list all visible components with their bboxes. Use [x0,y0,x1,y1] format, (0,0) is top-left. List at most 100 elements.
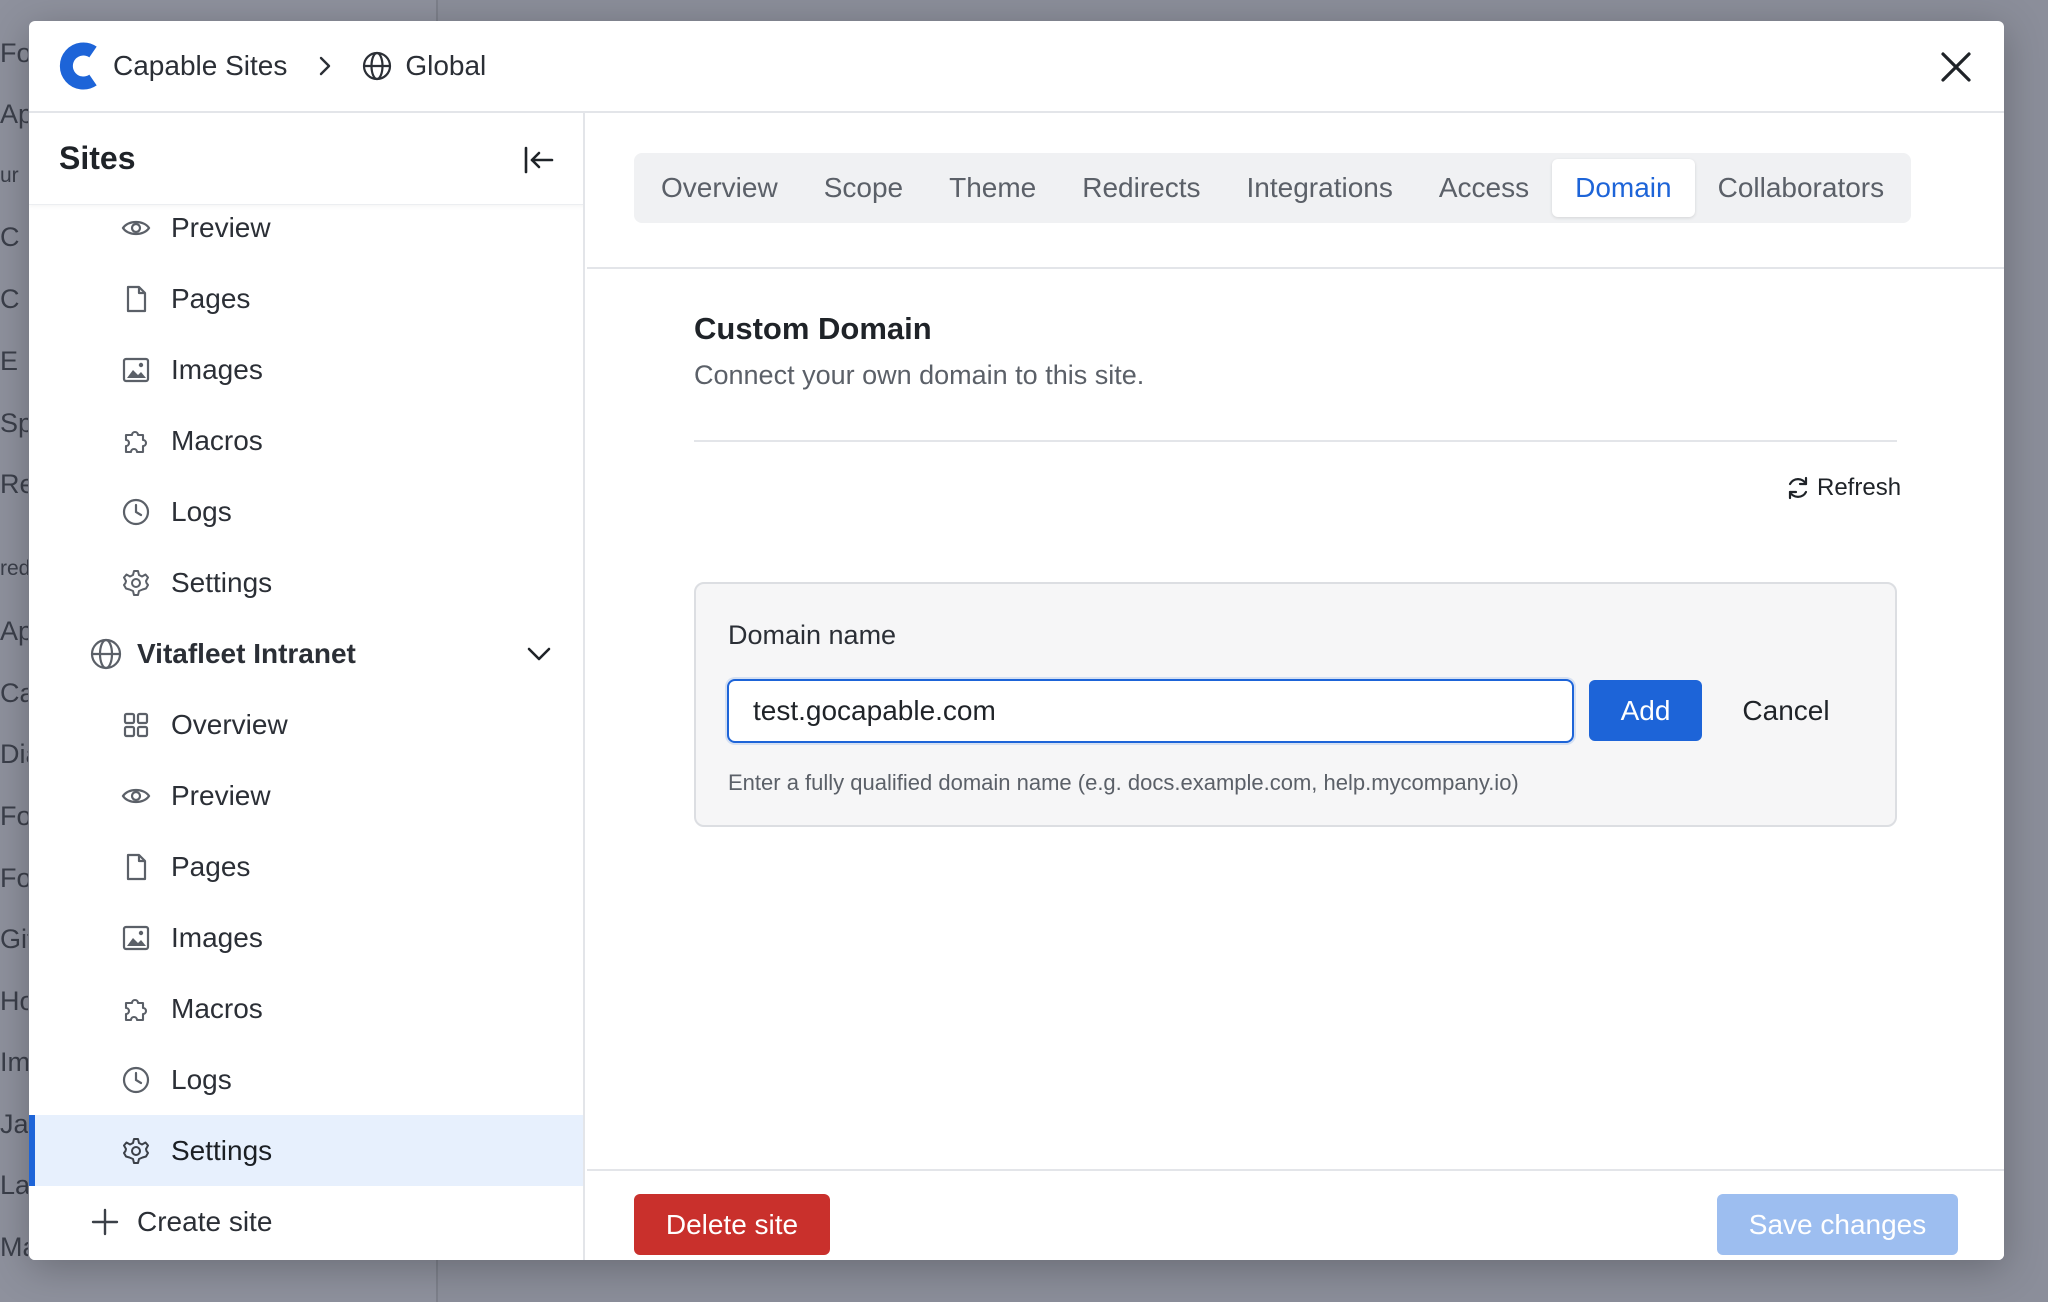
breadcrumb-scope[interactable]: Global [405,50,486,82]
chevron-right-icon [320,56,331,76]
sidebar-item-label: Pages [171,282,251,314]
background-text: Im [0,1047,28,1077]
collapse-left-icon[interactable] [521,143,555,177]
eye-icon [121,220,151,235]
sidebar-item-images[interactable]: Images [29,334,583,405]
background-text: E [0,346,19,376]
tab-integrations[interactable]: Integrations [1224,159,1416,217]
refresh-icon [1788,476,1808,500]
background-text: Git [0,924,28,954]
tab-theme[interactable]: Theme [926,159,1059,217]
settings-content: Overview Scope Theme Redirects Integrati… [587,113,2004,1260]
background-text: Fo [0,38,28,68]
file-icon [126,285,147,312]
sidebar-item-pages[interactable]: Pages [29,263,583,334]
background-text: Ho [0,986,28,1016]
globe-icon [363,51,392,81]
sidebar-item-logs[interactable]: Logs [29,1044,583,1115]
background-text: Ap [0,616,28,646]
image-icon [122,925,150,950]
settings-tabs: Overview Scope Theme Redirects Integrati… [634,153,1912,223]
tabs-bar: Overview Scope Theme Redirects Integrati… [587,113,2004,269]
add-domain-button[interactable]: Add [1589,680,1702,741]
capable-logo-icon [59,42,97,90]
refresh-button[interactable]: Refresh [1785,468,1901,508]
background-text: ur [0,164,19,187]
sidebar-item-macros[interactable]: Macros [29,405,583,476]
domain-help-text: Enter a fully qualified domain name (e.g… [728,770,1519,795]
background-text: Re [0,469,28,499]
active-indicator [29,1115,35,1186]
plus-icon [91,1208,119,1235]
breadcrumb-app-name[interactable]: Capable Sites [113,50,287,82]
create-site-button[interactable]: Create site [29,1186,583,1257]
section-title: Custom Domain [694,311,932,346]
sidebar-site-vitafleet-intranet[interactable]: Vitafleet Intranet [29,618,583,689]
sidebar-item-images[interactable]: Images [29,902,583,973]
delete-site-button[interactable]: Delete site [634,1194,830,1255]
domain-name-label: Domain name [728,620,897,650]
sidebar-item-label: Settings [171,566,273,598]
sidebar-item-logs[interactable]: Logs [29,476,583,547]
section-subtitle: Connect your own domain to this site. [694,360,1145,390]
chevron-down-icon[interactable] [525,640,553,668]
background-text: C [0,222,20,252]
domain-name-input[interactable] [727,679,1574,743]
background-text: Fo [0,801,28,831]
sidebar-item-label: Pages [171,850,251,882]
sidebar-header: Sites [29,113,583,205]
tab-collaborators[interactable]: Collaborators [1695,159,1908,217]
dialog-footer: Delete site Save changes [587,1169,2004,1260]
file-icon [126,853,147,880]
puzzle-icon [124,430,147,453]
tab-overview[interactable]: Overview [638,159,801,217]
background-text: Fo [0,863,28,893]
clock-icon [122,498,150,525]
domain-form-card: Domain name Add Cancel Enter a fully qua… [694,582,1897,827]
sidebar-item-label: Images [171,353,263,385]
sidebar-item-label: Macros [171,992,263,1024]
sidebar-item-label: Logs [171,495,232,527]
cancel-button[interactable]: Cancel [1726,680,1846,741]
sidebar-item-label: Logs [171,1063,232,1095]
background-text: red [0,557,28,580]
grid-icon [123,712,149,737]
background-text: Ja [0,1109,28,1139]
eye-icon [121,788,151,803]
site-name: Vitafleet Intranet [137,637,356,669]
dialog-header: Capable Sites Global [29,21,2004,113]
sidebar-item-label: Preview [171,779,271,811]
close-icon[interactable] [1938,49,1974,85]
refresh-label: Refresh [1817,474,1902,501]
background-text: Sp [0,408,28,438]
sidebar-item-label: Settings [171,1134,273,1166]
image-icon [122,357,150,382]
sidebar-item-label: Images [171,921,263,953]
tab-redirects[interactable]: Redirects [1059,159,1223,217]
gear-icon [123,569,149,596]
sidebar-item-settings-active[interactable]: Settings [29,1115,583,1186]
divider [694,440,1897,442]
gear-icon [123,1137,149,1164]
tab-scope[interactable]: Scope [801,159,926,217]
globe-icon [90,638,122,669]
save-changes-button[interactable]: Save changes [1717,1194,1958,1255]
sidebar-item-label: Macros [171,424,263,456]
sidebar-item-preview[interactable]: Preview [29,760,583,831]
sites-sidebar: Sites Preview Pages Images Macros Logs S… [29,113,585,1260]
sidebar-item-label: Overview [171,708,288,740]
sidebar-item-label: Preview [171,211,271,243]
background-text: La [0,1170,28,1200]
sidebar-item-settings[interactable]: Settings [29,547,583,618]
sidebar-item-overview[interactable]: Overview [29,689,583,760]
clock-icon [122,1066,150,1093]
background-text: Ap [0,99,28,129]
tab-access[interactable]: Access [1416,159,1552,217]
puzzle-icon [124,998,147,1021]
background-text: C [0,284,20,314]
create-site-label: Create site [137,1205,273,1237]
tab-domain[interactable]: Domain [1552,159,1695,217]
site-settings-dialog: Capable Sites Global Sites Preview Pages… [29,21,2004,1260]
sidebar-item-pages[interactable]: Pages [29,831,583,902]
sidebar-item-macros[interactable]: Macros [29,973,583,1044]
